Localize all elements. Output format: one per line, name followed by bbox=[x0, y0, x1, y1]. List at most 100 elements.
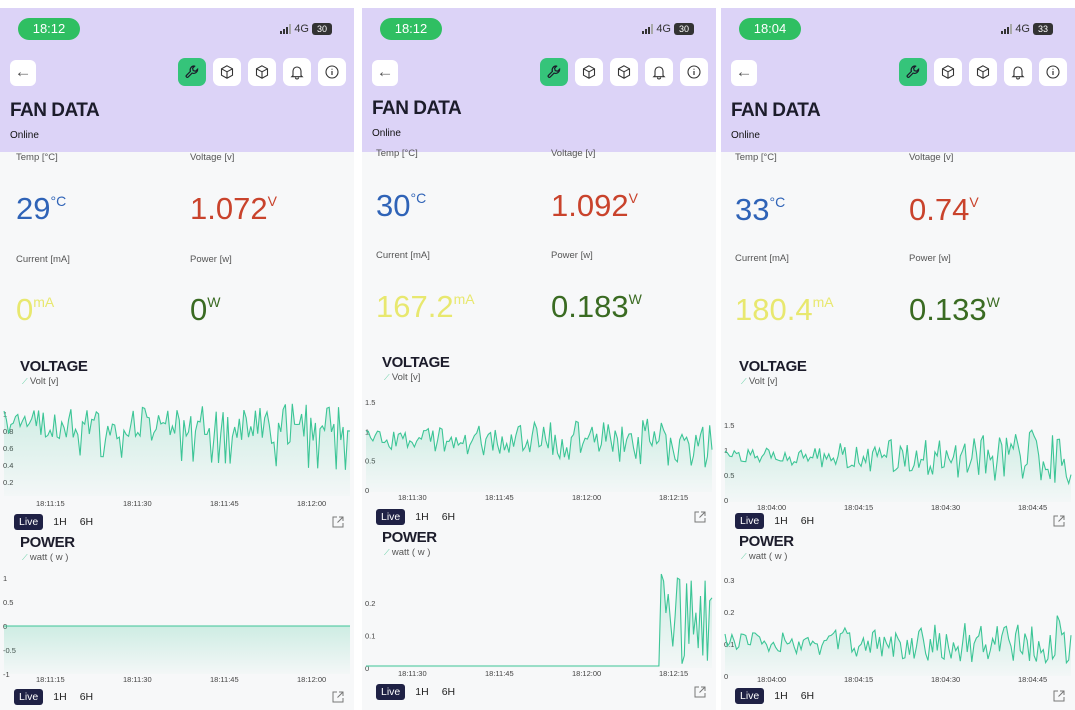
power-label: Power [w] bbox=[909, 253, 951, 264]
legend-line-icon: ⟋ bbox=[22, 377, 30, 386]
status-badge: Online bbox=[372, 128, 401, 139]
device-alt-button[interactable] bbox=[969, 58, 997, 86]
voltage-range-selector: Live 1H 6H bbox=[735, 513, 827, 529]
voltage-value: 1.072V bbox=[190, 191, 277, 226]
power-chart: 0.30.20.1018:04:0018:04:1518:04:3018:04:… bbox=[724, 576, 1072, 684]
y-tick-label: 0.3 bbox=[724, 576, 734, 585]
range-1h-button[interactable]: 1H bbox=[774, 515, 787, 527]
x-tick-label: 18:12:00 bbox=[297, 675, 326, 684]
device-alt-button[interactable] bbox=[248, 58, 276, 86]
status-indicators: 4G 30 bbox=[280, 23, 332, 35]
x-tick-label: 18:11:15 bbox=[36, 499, 65, 508]
range-1h-button[interactable]: 1H bbox=[53, 691, 66, 703]
info-button[interactable] bbox=[680, 58, 708, 86]
notifications-button[interactable] bbox=[1004, 58, 1032, 86]
page-title: FAN DATA bbox=[10, 100, 100, 121]
wrench-button[interactable] bbox=[178, 58, 206, 86]
range-6h-button[interactable]: 6H bbox=[801, 690, 814, 702]
voltage-section-title: VOLTAGE bbox=[20, 358, 88, 375]
power-section-title: POWER bbox=[739, 533, 794, 550]
phone-screen-3: 18:04 4G 33 ← FAN DATA Online Temp [°C] … bbox=[721, 8, 1075, 710]
expand-icon[interactable] bbox=[332, 516, 344, 528]
wrench-icon bbox=[547, 65, 561, 78]
expand-icon[interactable] bbox=[1053, 515, 1065, 527]
x-tick-label: 18:11:30 bbox=[398, 669, 427, 678]
notifications-button[interactable] bbox=[645, 58, 673, 86]
bell-icon bbox=[290, 66, 304, 80]
range-6h-button[interactable]: 6H bbox=[80, 691, 93, 703]
range-6h-button[interactable]: 6H bbox=[442, 686, 455, 698]
cube-icon bbox=[220, 65, 234, 79]
x-tick-label: 18:11:45 bbox=[485, 669, 514, 678]
device-button[interactable] bbox=[934, 58, 962, 86]
y-tick-label: 1.5 bbox=[724, 421, 734, 430]
x-tick-label: 18:12:00 bbox=[572, 493, 601, 502]
temp-label: Temp [°C] bbox=[735, 152, 777, 163]
voltage-chart: 1.510.5018:04:0018:04:1518:04:3018:04:45 bbox=[724, 421, 1072, 512]
x-tick-label: 18:11:30 bbox=[123, 675, 152, 684]
power-label: Power [w] bbox=[190, 254, 232, 265]
back-button[interactable]: ← bbox=[10, 60, 36, 86]
range-live-button[interactable]: Live bbox=[376, 509, 406, 525]
range-live-button[interactable]: Live bbox=[376, 684, 406, 700]
device-alt-button[interactable] bbox=[610, 58, 638, 86]
x-tick-label: 18:11:45 bbox=[210, 675, 239, 684]
info-button[interactable] bbox=[318, 58, 346, 86]
expand-icon[interactable] bbox=[1053, 690, 1065, 702]
range-1h-button[interactable]: 1H bbox=[415, 511, 428, 523]
app-header: 18:04 4G 33 ← FAN DATA Online bbox=[721, 8, 1075, 152]
expand-icon[interactable] bbox=[694, 511, 706, 523]
y-tick-label: 0.2 bbox=[724, 608, 734, 617]
x-tick-label: 18:04:30 bbox=[931, 503, 960, 512]
range-1h-button[interactable]: 1H bbox=[774, 690, 787, 702]
page-title: FAN DATA bbox=[372, 98, 462, 119]
cube-icon bbox=[617, 65, 631, 79]
temp-value: 30°C bbox=[376, 188, 427, 223]
range-live-button[interactable]: Live bbox=[14, 514, 44, 530]
info-button[interactable] bbox=[1039, 58, 1067, 86]
range-1h-button[interactable]: 1H bbox=[415, 686, 428, 698]
status-badge: Online bbox=[731, 130, 760, 141]
network-label: 4G bbox=[656, 23, 671, 35]
power-legend: ⟋ watt ( w ) bbox=[22, 552, 69, 563]
range-1h-button[interactable]: 1H bbox=[53, 516, 66, 528]
toolbar bbox=[540, 58, 708, 86]
y-tick-label: 0.1 bbox=[365, 632, 375, 641]
temp-value: 29°C bbox=[16, 191, 67, 226]
range-6h-button[interactable]: 6H bbox=[442, 511, 455, 523]
notifications-button[interactable] bbox=[283, 58, 311, 86]
current-label: Current [mA] bbox=[376, 250, 430, 261]
bell-icon bbox=[1011, 66, 1025, 80]
expand-icon[interactable] bbox=[332, 691, 344, 703]
back-arrow-icon: ← bbox=[14, 62, 32, 81]
power-value: 0.133W bbox=[909, 292, 1000, 327]
x-tick-label: 18:04:30 bbox=[931, 675, 960, 684]
range-live-button[interactable]: Live bbox=[14, 689, 44, 705]
battery-icon: 33 bbox=[1033, 23, 1053, 35]
app-header: 18:12 4G 30 ← FAN DATA Online bbox=[0, 8, 354, 152]
range-live-button[interactable]: Live bbox=[735, 513, 765, 529]
device-button[interactable] bbox=[575, 58, 603, 86]
phone-screen-2: 18:12 4G 30 ← FAN DATA Online Temp [°C] … bbox=[362, 8, 716, 710]
wrench-button[interactable] bbox=[899, 58, 927, 86]
power-range-selector: Live 1H 6H bbox=[14, 689, 106, 705]
cube-icon bbox=[255, 65, 269, 79]
range-6h-button[interactable]: 6H bbox=[801, 515, 814, 527]
signal-icon bbox=[280, 24, 292, 34]
range-live-button[interactable]: Live bbox=[735, 688, 765, 704]
voltage-label: Voltage [v] bbox=[190, 152, 235, 163]
network-label: 4G bbox=[1015, 23, 1030, 35]
back-button[interactable]: ← bbox=[372, 60, 398, 86]
legend-line-icon: ⟋ bbox=[741, 377, 749, 386]
info-icon bbox=[1046, 65, 1060, 79]
temp-label: Temp [°C] bbox=[376, 148, 418, 159]
battery-icon: 30 bbox=[674, 23, 694, 35]
back-button[interactable]: ← bbox=[731, 60, 757, 86]
app-header: 18:12 4G 30 ← FAN DATA Online bbox=[362, 8, 716, 152]
device-button[interactable] bbox=[213, 58, 241, 86]
expand-icon[interactable] bbox=[694, 686, 706, 698]
voltage-legend: ⟋ Volt [v] bbox=[384, 372, 421, 383]
wrench-button[interactable] bbox=[540, 58, 568, 86]
range-6h-button[interactable]: 6H bbox=[80, 516, 93, 528]
x-tick-label: 18:12:00 bbox=[572, 669, 601, 678]
